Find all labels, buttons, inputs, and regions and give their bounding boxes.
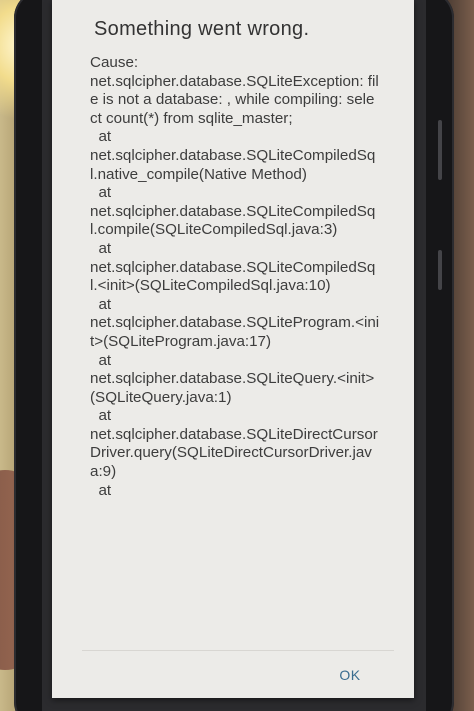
button-divider [82,650,394,651]
ok-button[interactable]: OK [320,660,380,690]
phone-side-button [438,120,442,180]
photo-scene: Something went wrong. Cause: net.sqlciph… [0,0,474,711]
dialog-title: Something went wrong. [94,18,310,40]
error-message: Cause: net.sqlcipher.database.SQLiteExce… [90,54,380,499]
phone-side-button [438,250,442,290]
error-dialog: Something went wrong. Cause: net.sqlciph… [52,0,414,698]
